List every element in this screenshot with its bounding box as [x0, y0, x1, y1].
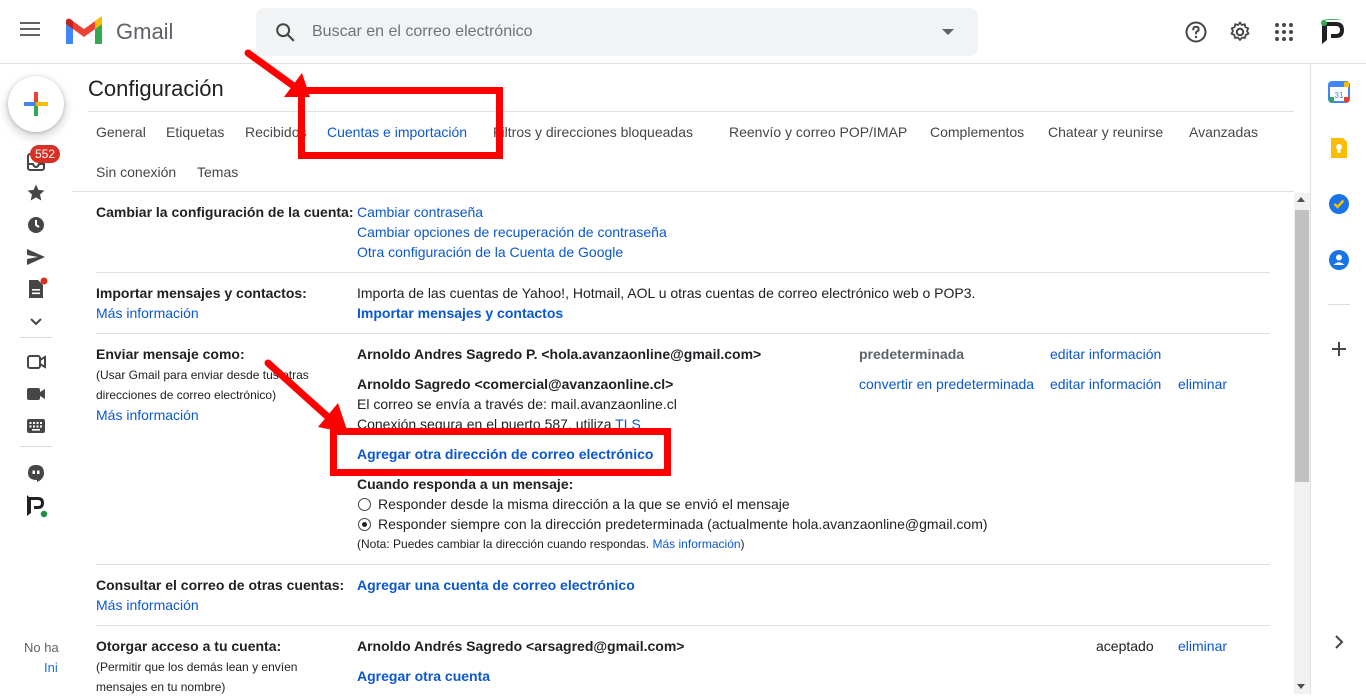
scrollbar-thumb[interactable]	[1295, 210, 1309, 482]
check-mail-more-info-link[interactable]: Más información	[96, 597, 199, 613]
tab-forwarding-pop-imap[interactable]: Reenvío y correo POP/IMAP	[729, 124, 907, 140]
hangouts-chat-icon[interactable]	[24, 462, 48, 486]
send-as-sub-1: (Usar Gmail para enviar desde tus otras	[96, 368, 309, 382]
tab-addons[interactable]: Complementos	[930, 124, 1024, 140]
side-panel-divider-short	[1328, 304, 1350, 305]
more-chevron-down-icon[interactable]	[24, 309, 48, 333]
starred-icon[interactable]	[24, 181, 48, 205]
tabs-divider	[72, 191, 1294, 192]
inbox-unread-badge: 552	[30, 145, 61, 163]
rail-divider	[20, 446, 52, 447]
google-apps-icon[interactable]	[1272, 20, 1296, 44]
drafts-icon[interactable]	[24, 277, 48, 301]
scroll-down-arrow-icon[interactable]	[1297, 684, 1305, 689]
main-menu-button[interactable]	[20, 18, 52, 46]
reply-note-more-link[interactable]: Más información	[653, 537, 741, 551]
svg-text:31: 31	[1335, 91, 1344, 100]
grant-access-sub-2: mensajes en tu nombre)	[96, 680, 226, 694]
make-default-link[interactable]: convertir en predeterminada	[859, 376, 1034, 392]
reply-heading: Cuando responda a un mensaje:	[357, 476, 574, 492]
snoozed-icon[interactable]	[24, 213, 48, 237]
row-divider	[96, 625, 1270, 626]
rail-truncated-link[interactable]: Ini	[44, 660, 58, 675]
reply-default-address-radio[interactable]	[358, 518, 371, 531]
tab-themes[interactable]: Temas	[197, 164, 238, 180]
get-addons-plus-icon[interactable]	[1328, 338, 1350, 360]
grant-access-label: Otorgar acceso a tu cuenta:	[96, 638, 282, 654]
highlight-box-add-address	[330, 428, 671, 476]
check-mail-label: Consultar el correo de otras cuentas:	[96, 577, 345, 593]
user-status-avatar[interactable]	[24, 494, 49, 519]
grant-access-sub-1: (Permitir que los demás lean y envíen	[96, 660, 298, 674]
delegated-account: Arnoldo Andrés Sagredo <arsagred@gmail.c…	[357, 638, 685, 654]
row-divider	[96, 564, 1270, 565]
tab-filters[interactable]: Filtros y direcciones bloqueadas	[493, 124, 693, 140]
help-icon[interactable]	[1184, 20, 1208, 44]
edit-info-link-1[interactable]: editar información	[1050, 346, 1161, 362]
reply-note: (Nota: Puedes cambiar la dirección cuand…	[357, 537, 745, 551]
scroll-up-arrow-icon[interactable]	[1297, 197, 1305, 202]
meet-new-meeting-icon[interactable]	[24, 350, 48, 374]
meet-video-icon[interactable]	[24, 382, 48, 406]
contacts-icon[interactable]	[1328, 249, 1350, 271]
join-meeting-keyboard-icon[interactable]	[24, 414, 48, 438]
sent-icon[interactable]	[24, 245, 48, 269]
reply-note-end: )	[740, 537, 745, 551]
rail-divider	[20, 337, 52, 338]
delete-address-link[interactable]: eliminar	[1178, 376, 1227, 392]
calendar-icon[interactable]: 31	[1328, 81, 1350, 103]
default-status: predeterminada	[859, 346, 965, 362]
account-avatar[interactable]	[1318, 18, 1346, 46]
side-panel-divider	[1310, 64, 1311, 694]
send-as-sub-2: direcciones de correo electrónico)	[96, 388, 277, 402]
title-divider	[88, 111, 1294, 112]
reply-same-address-radio[interactable]	[358, 498, 371, 511]
search-input[interactable]	[312, 14, 912, 50]
compose-button[interactable]	[8, 76, 64, 132]
reply-default-address-label[interactable]: Responder siempre con la dirección prede…	[378, 516, 988, 532]
google-account-settings-link[interactable]: Otra configuración de la Cuenta de Googl…	[357, 244, 623, 260]
import-label: Importar mensajes y contactos:	[96, 285, 307, 301]
reply-same-address-label[interactable]: Responder desde la misma dirección a la …	[378, 496, 790, 512]
import-mail-contacts-link[interactable]: Importar mensajes y contactos	[357, 305, 563, 321]
add-another-account-link[interactable]: Agregar otra cuenta	[357, 668, 490, 684]
keep-icon[interactable]	[1328, 137, 1350, 159]
app-name: Gmail	[116, 19, 174, 44]
tasks-icon[interactable]	[1328, 193, 1350, 215]
account-settings-label: Cambiar la configuración de la cuenta:	[96, 204, 354, 220]
import-description: Importa de las cuentas de Yahoo!, Hotmai…	[357, 285, 976, 301]
delegation-status: aceptado	[1096, 638, 1154, 654]
smtp-server-text: El correo se envía a través de: mail.ava…	[357, 396, 677, 412]
row-divider	[96, 272, 1270, 273]
settings-gear-icon[interactable]	[1228, 20, 1252, 44]
change-recovery-link[interactable]: Cambiar opciones de recuperación de cont…	[357, 224, 667, 240]
import-more-info-link[interactable]: Más información	[96, 305, 199, 321]
highlight-box-tab	[298, 87, 503, 159]
send-as-more-info-link[interactable]: Más información	[96, 407, 199, 423]
rail-truncated-text: No ha	[24, 640, 59, 655]
reply-note-text: (Nota: Puedes cambiar la dirección cuand…	[357, 537, 650, 551]
row-divider	[96, 333, 1270, 334]
page-title: Configuración	[88, 76, 224, 101]
edit-info-link-2[interactable]: editar información	[1050, 376, 1161, 392]
send-as-label: Enviar mensaje como:	[96, 346, 245, 362]
search-options-icon[interactable]	[942, 29, 954, 35]
tab-offline[interactable]: Sin conexión	[96, 164, 176, 180]
tab-chat-meet[interactable]: Chatear y reunirse	[1048, 124, 1163, 140]
delete-delegate-link[interactable]: eliminar	[1178, 638, 1227, 654]
search-icon[interactable]	[274, 21, 296, 43]
gmail-logo-icon[interactable]	[64, 16, 104, 48]
show-side-panel-chevron-icon[interactable]	[1328, 631, 1350, 653]
tab-labels[interactable]: Etiquetas	[166, 124, 224, 140]
send-as-address-2: Arnoldo Sagredo <comercial@avanzaonline.…	[357, 376, 674, 392]
change-password-link[interactable]: Cambiar contraseña	[357, 204, 483, 220]
tab-advanced[interactable]: Avanzadas	[1189, 124, 1258, 140]
send-as-address-1: Arnoldo Andres Sagredo P. <hola.avanzaon…	[357, 346, 762, 362]
add-mail-account-link[interactable]: Agregar una cuenta de correo electrónico	[357, 577, 635, 593]
tab-general[interactable]: General	[96, 124, 146, 140]
header-divider	[0, 63, 1366, 64]
